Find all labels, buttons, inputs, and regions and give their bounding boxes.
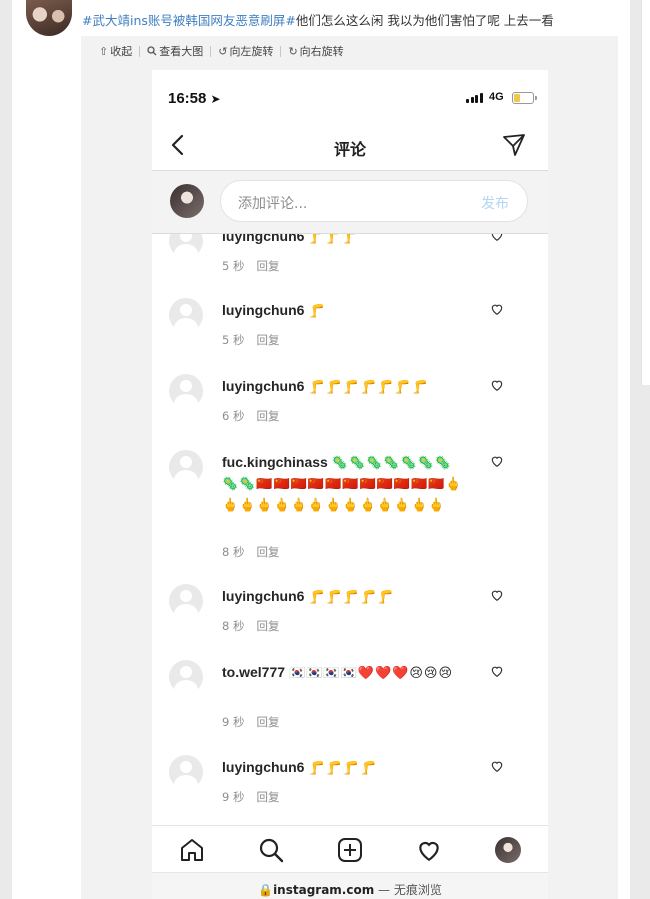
reply-button[interactable]: 回复 xyxy=(256,545,279,559)
post-body: 他们怎么这么闲 我以为他们害怕了呢 上去一看 xyxy=(295,13,554,28)
rotate-left-icon: ↺ xyxy=(218,44,228,58)
location-arrow-icon: ➤ xyxy=(210,92,221,106)
comment-text: 🦵 xyxy=(308,303,326,318)
comment-time: 5 秒 xyxy=(222,259,245,273)
signal-icon xyxy=(466,93,483,103)
comment-time: 5 秒 xyxy=(222,333,245,347)
rotate-right-label: 向右旋转 xyxy=(299,45,344,58)
avatar[interactable] xyxy=(169,755,203,789)
comment-time: 8 秒 xyxy=(222,619,245,633)
avatar xyxy=(495,837,521,863)
rotate-left-button[interactable]: ↺ 向左旋转 xyxy=(211,43,280,59)
heart-icon[interactable] xyxy=(490,454,504,468)
rotate-right-button[interactable]: ↻ 向右旋转 xyxy=(281,43,350,59)
comment-input[interactable]: 添加评论... 发布 xyxy=(220,180,528,222)
avatar[interactable] xyxy=(169,234,203,258)
network-label: 4G xyxy=(489,91,504,103)
heart-icon[interactable] xyxy=(490,759,504,773)
view-large-button[interactable]: 查看大图 xyxy=(140,43,210,59)
comment-text: 🇰🇷🇰🇷🇰🇷🇰🇷❤️❤️❤️😢😢😢 xyxy=(289,665,453,680)
collapse-icon: ⇧ xyxy=(99,44,109,58)
avatar[interactable] xyxy=(169,374,203,408)
magnifier-icon xyxy=(147,46,157,56)
heart-icon[interactable] xyxy=(490,588,504,602)
comment-composer: 添加评论... 发布 xyxy=(152,171,548,234)
avatar[interactable] xyxy=(169,450,203,484)
comment-username[interactable]: luyingchun6 xyxy=(222,302,304,318)
phone-screenshot: 16:58 ➤ 4G 评论 添加评论... 发布 luyingchun6 🦵🦵🦵 … xyxy=(152,70,548,899)
comment-text: 🦵🦵🦵🦵🦵 xyxy=(308,589,395,604)
avatar[interactable] xyxy=(169,584,203,618)
view-large-label: 查看大图 xyxy=(159,45,204,58)
home-icon[interactable] xyxy=(178,836,206,864)
comment-username[interactable]: luyingchun6 xyxy=(222,378,304,394)
status-time: 16:58 ➤ xyxy=(168,90,221,107)
send-icon[interactable] xyxy=(502,133,526,157)
comment-time: 6 秒 xyxy=(222,409,245,423)
topic-link[interactable]: #武大靖ins账号被韩国网友恶意刷屏# xyxy=(82,13,296,28)
bottom-tab-bar xyxy=(152,825,548,873)
battery-icon xyxy=(512,92,537,104)
comment-username[interactable]: luyingchun6 xyxy=(222,588,304,604)
comment-time: 9 秒 xyxy=(222,790,245,804)
status-bar: 16:58 ➤ 4G xyxy=(152,70,548,122)
heart-icon[interactable] xyxy=(490,664,504,678)
search-icon[interactable] xyxy=(257,836,285,864)
comment-text: 🦵🦵🦵 xyxy=(308,234,361,244)
comment-placeholder: 添加评论... xyxy=(238,196,308,212)
reply-button[interactable]: 回复 xyxy=(256,619,279,633)
avatar[interactable] xyxy=(169,298,203,332)
heart-icon[interactable] xyxy=(490,378,504,392)
browser-url-bar[interactable]: 🔒instagram.com — 无痕浏览 xyxy=(152,872,548,899)
comment-time: 9 秒 xyxy=(222,715,245,729)
heart-icon[interactable] xyxy=(490,234,504,242)
reply-button[interactable]: 回复 xyxy=(256,333,279,347)
avatar[interactable] xyxy=(169,660,203,694)
comment-username[interactable]: luyingchun6 xyxy=(222,759,304,775)
collapse-label: 收起 xyxy=(110,45,133,58)
url-domain: instagram.com xyxy=(273,883,375,897)
comment-list[interactable]: luyingchun6 🦵🦵🦵 5 秒回复 luyingchun6 🦵 5 秒回复 … xyxy=(152,234,548,824)
reply-button[interactable]: 回复 xyxy=(256,409,279,423)
reply-button[interactable]: 回复 xyxy=(256,259,279,273)
comment-username[interactable]: to.wel777 xyxy=(222,664,285,680)
collapse-button[interactable]: ⇧ 收起 xyxy=(81,43,139,59)
side-panel xyxy=(641,0,650,385)
reply-button[interactable]: 回复 xyxy=(256,790,279,804)
image-toolbar: ⇧ 收起 查看大图 ↺ 向左旋转 ↻ 向右旋转 xyxy=(81,36,618,66)
lock-icon: 🔒 xyxy=(258,883,274,897)
comments-nav: 评论 xyxy=(152,122,548,171)
heart-icon[interactable] xyxy=(490,302,504,316)
comment-text: 🦵🦵🦵🦵🦵🦵🦵 xyxy=(308,379,429,394)
comment-time: 8 秒 xyxy=(222,545,245,559)
rotate-right-icon: ↻ xyxy=(288,44,298,58)
private-browsing-label: — 无痕浏览 xyxy=(374,883,442,897)
avatar[interactable] xyxy=(170,184,204,218)
new-post-icon[interactable] xyxy=(336,836,364,864)
post-text: #武大靖ins账号被韩国网友恶意刷屏#他们怎么这么闲 我以为他们害怕了呢 上去一… xyxy=(82,10,554,29)
reply-button[interactable]: 回复 xyxy=(256,715,279,729)
post-button[interactable]: 发布 xyxy=(481,193,509,213)
profile-tab[interactable] xyxy=(494,836,522,864)
comment-username[interactable]: luyingchun6 xyxy=(222,234,304,244)
comment-username[interactable]: fuc.kingchinass xyxy=(222,454,328,470)
activity-heart-icon[interactable] xyxy=(415,836,443,864)
rotate-left-label: 向左旋转 xyxy=(229,45,274,58)
page-title: 评论 xyxy=(333,140,366,159)
comment-text: 🦵🦵🦵🦵 xyxy=(308,760,378,775)
